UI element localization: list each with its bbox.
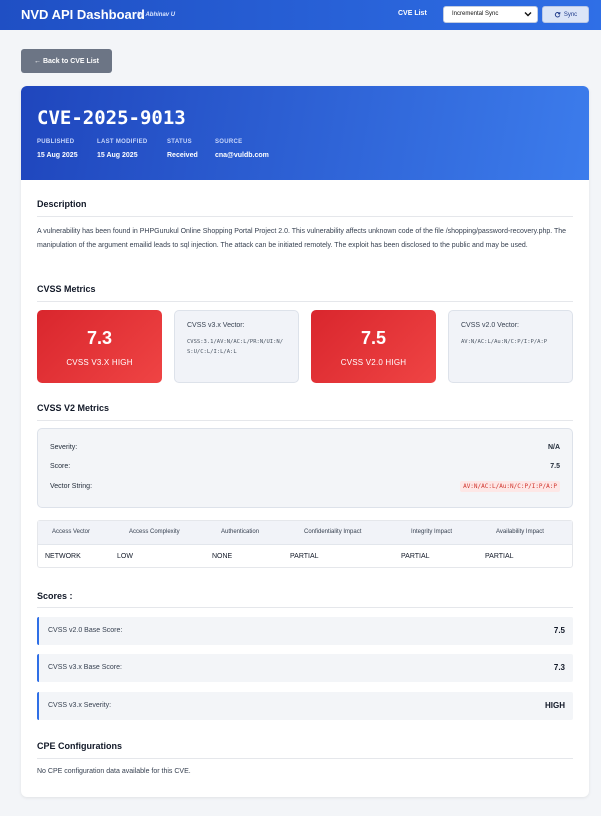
divider	[37, 607, 573, 608]
divider	[37, 301, 573, 302]
cvss-metrics-heading: CVSS Metrics	[37, 284, 96, 294]
meta-last-modified: LAST MODIFIED 15 Aug 2025	[97, 139, 148, 159]
severity-row: Severity: N/A	[50, 444, 560, 451]
column-header: Availability Impact	[496, 529, 544, 535]
cvss-v3-vector-title: CVSS v3.x Vector:	[187, 322, 245, 329]
column-header: Access Vector	[52, 529, 91, 535]
score-item-label: CVSS v3.x Base Score:	[48, 664, 122, 671]
divider	[37, 420, 573, 421]
score-item-v2-base: CVSS v2.0 Base Score: 7.5	[37, 617, 573, 645]
chevron-down-icon	[524, 12, 532, 17]
back-to-cve-list-button[interactable]: ← Back to CVE List	[21, 49, 112, 73]
cpe-empty-note: No CPE configuration data available for …	[37, 768, 191, 775]
cvss-v2-severity-label: CVSS V2.0 HIGH	[340, 358, 407, 367]
score-item-label: CVSS v2.0 Base Score:	[48, 627, 123, 634]
cve-id: CVE-2025-9013	[37, 107, 186, 129]
severity-label: Severity:	[50, 444, 78, 451]
score-item-value: 7.3	[553, 663, 565, 672]
cvss-v2-score: 7.5	[360, 328, 387, 348]
meta-label: LAST MODIFIED	[97, 139, 148, 145]
cvss-v3-score: 7.3	[86, 328, 113, 348]
top-navbar: NVD API Dashboard by Abhinav U CVE List …	[0, 0, 601, 30]
app-title[interactable]: NVD API Dashboard	[21, 7, 145, 22]
cvss-v3-score-card: 7.3 CVSS V3.X HIGH	[37, 310, 162, 383]
table-cell: LOW	[117, 553, 133, 560]
meta-value: 15 Aug 2025	[97, 152, 138, 159]
cvss-v2-summary: Severity: N/A Score: 7.5 Vector String: …	[37, 428, 573, 508]
cve-detail-card: CVE-2025-9013 PUBLISHED 15 Aug 2025 LAST…	[21, 86, 589, 797]
meta-label: PUBLISHED	[37, 139, 75, 145]
meta-label: SOURCE	[215, 139, 243, 145]
sync-mode-select[interactable]: Incremental Sync	[443, 6, 538, 23]
column-header: Confidentiality Impact	[304, 529, 362, 535]
divider	[37, 758, 573, 759]
meta-published: PUBLISHED 15 Aug 2025	[37, 139, 78, 159]
sync-button-label: Sync	[563, 11, 578, 18]
cpe-heading: CPE Configurations	[37, 741, 122, 751]
severity-value: N/A	[547, 444, 560, 451]
table-header: Access Vector Access Complexity Authenti…	[38, 521, 572, 545]
column-header: Access Complexity	[129, 529, 180, 535]
cve-header: CVE-2025-9013 PUBLISHED 15 Aug 2025 LAST…	[21, 86, 589, 180]
score-item-v3-severity: CVSS v3.x Severity: HIGH	[37, 692, 573, 720]
column-header: Integrity Impact	[411, 529, 453, 535]
meta-status: STATUS Received	[167, 139, 198, 159]
score-label: Score:	[50, 463, 71, 470]
cvss-v2-metrics-heading: CVSS V2 Metrics	[37, 403, 110, 413]
cvss-v3-severity-label: CVSS V3.X HIGH	[66, 358, 133, 367]
vector-string-label: Vector String:	[50, 483, 93, 490]
vector-string-value: AV:N/AC:L/Au:N/C:P/I:P/A:P	[460, 481, 560, 492]
sync-mode-value: Incremental Sync	[452, 11, 499, 17]
cvss-v2-vector: AV:N/AC:L/Au:N/C:P/I:P/A:P	[461, 339, 548, 345]
meta-label: STATUS	[167, 139, 192, 145]
sync-button[interactable]: Sync	[542, 6, 589, 23]
vector-string-row: Vector String: AV:N/AC:L/Au:N/C:P/I:P/A:…	[50, 481, 560, 492]
scores-heading: Scores :	[37, 591, 73, 601]
score-item-value: HIGH	[545, 701, 565, 710]
score-item-value: 7.5	[553, 626, 565, 635]
cvss-v2-impact-table: Access Vector Access Complexity Authenti…	[37, 520, 573, 568]
description-text: A vulnerability has been found in PHPGur…	[37, 228, 567, 249]
meta-source: SOURCE cna@vuldb.com	[215, 139, 269, 159]
meta-value: 15 Aug 2025	[37, 152, 78, 159]
table-cell: PARTIAL	[485, 553, 514, 560]
score-item-label: CVSS v3.x Severity:	[48, 702, 112, 709]
author-credit: by Abhinav U	[137, 12, 176, 18]
description-heading: Description	[37, 199, 87, 209]
score-row: Score: 7.5	[50, 463, 560, 470]
cvss-v2-score-card: 7.5 CVSS V2.0 HIGH	[311, 310, 436, 383]
meta-value: Received	[167, 152, 198, 159]
table-cell: NONE	[212, 553, 233, 560]
cvss-v2-vector-card: CVSS v2.0 Vector: AV:N/AC:L/Au:N/C:P/I:P…	[448, 310, 573, 383]
divider	[37, 216, 573, 217]
column-header: Authentication	[221, 529, 260, 535]
meta-value: cna@vuldb.com	[215, 152, 269, 159]
nav-cve-list-link[interactable]: CVE List	[398, 10, 427, 17]
cvss-v3-vector-card: CVSS v3.x Vector: CVSS:3.1/AV:N/AC:L/PR:…	[174, 310, 299, 383]
table-cell: PARTIAL	[290, 553, 319, 560]
table-cell: NETWORK	[45, 553, 81, 560]
sync-icon	[554, 12, 561, 18]
cvss-v2-vector-title: CVSS v2.0 Vector:	[461, 322, 519, 329]
score-value: 7.5	[550, 463, 560, 470]
score-item-v3-base: CVSS v3.x Base Score: 7.3	[37, 654, 573, 682]
cvss-v3-vector: CVSS:3.1/AV:N/AC:L/PR:N/UI:N/S:U/C:L/I:L…	[187, 339, 284, 355]
table-cell: PARTIAL	[401, 553, 430, 560]
